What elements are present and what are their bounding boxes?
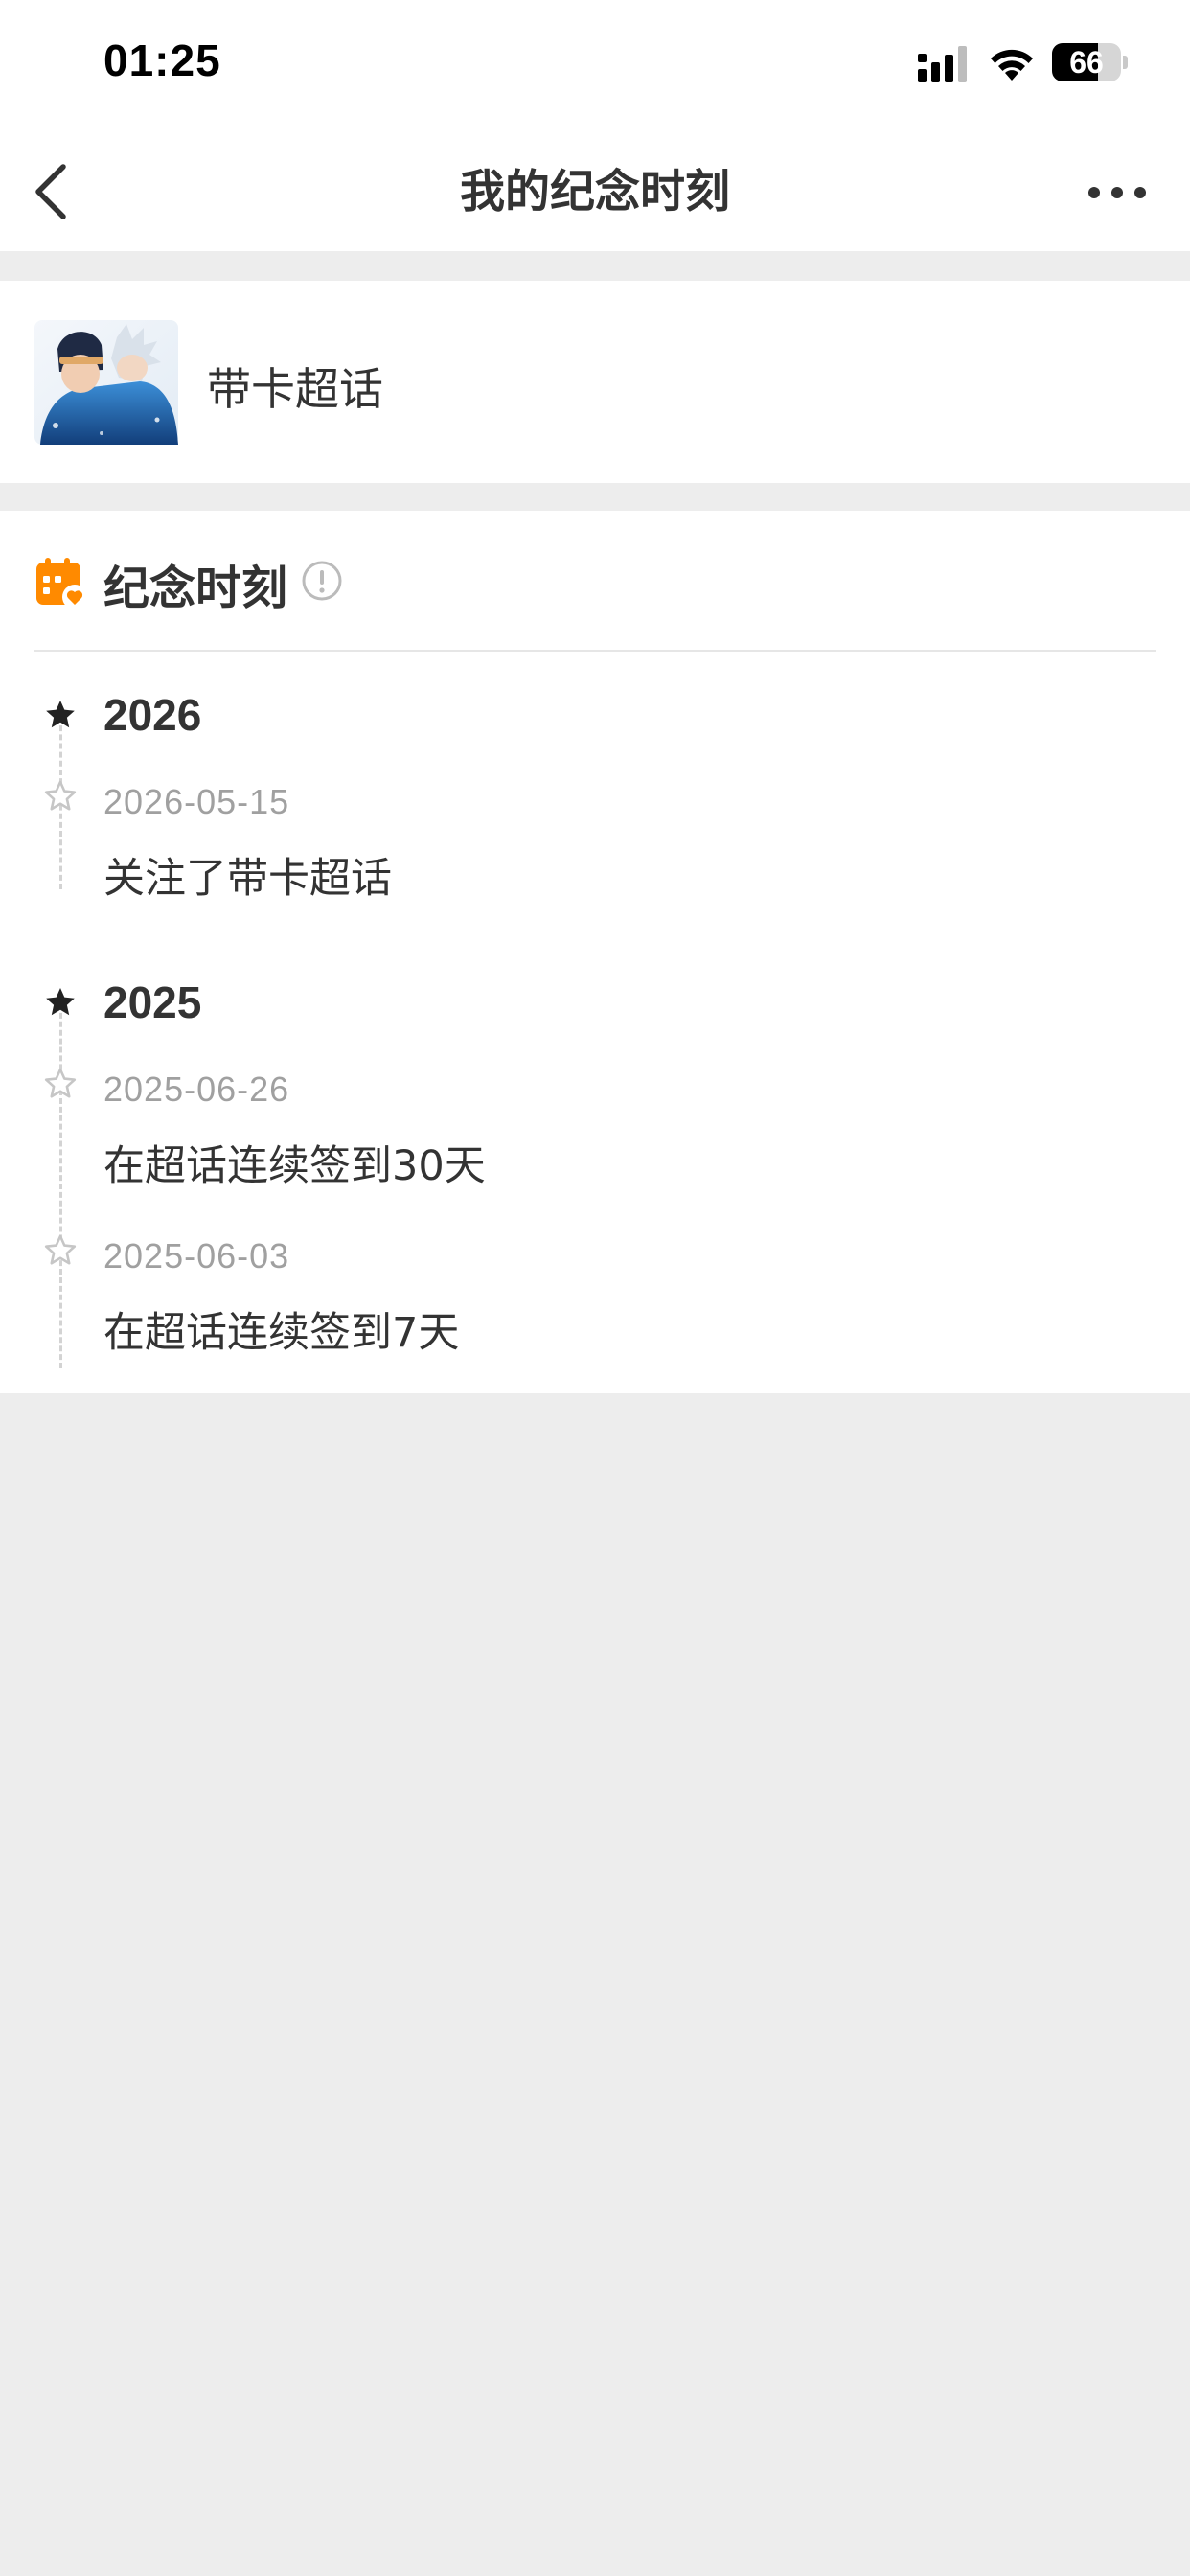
nav-bar: 我的纪念时刻: [0, 134, 1190, 251]
more-options-button[interactable]: [1079, 169, 1156, 217]
calendar-heart-icon: [36, 558, 87, 610]
moment-date: 2025-06-26: [103, 1070, 290, 1109]
super-topic-card[interactable]: 带卡超话: [0, 281, 1190, 483]
back-button[interactable]: [21, 153, 98, 230]
topic-name[interactable]: 带卡超话: [207, 355, 383, 418]
outline-star-icon: [44, 780, 77, 811]
section-title: 纪念时刻: [103, 562, 288, 615]
status-bar: 01:25 66: [0, 0, 1190, 134]
topic-avatar[interactable]: [34, 320, 178, 445]
outline-star-icon: [44, 1234, 77, 1265]
year-label: 2026: [103, 690, 202, 740]
filled-star-icon: [46, 701, 75, 728]
battery-indicator: 66: [1052, 43, 1129, 81]
year-label: 2025: [103, 978, 202, 1027]
moment-description: 在超话连续签到30天: [103, 1142, 486, 1190]
wifi-icon: [991, 49, 1033, 80]
timeline-line: [59, 1004, 62, 1368]
battery-level: 66: [1069, 45, 1104, 80]
battery-cap: [1123, 56, 1128, 69]
moment-description: 关注了带卡超话: [103, 855, 392, 903]
memorial-moments-card: 纪念时刻 2026 2026-05-15 关注了带卡超话 2025 2025-0…: [0, 511, 1190, 1393]
page-title: 我的纪念时刻: [460, 166, 730, 218]
moment-description: 在超话连续签到7天: [103, 1309, 460, 1357]
cellular-signal-icon: [918, 46, 967, 82]
header-divider: [34, 650, 1156, 652]
filled-star-icon: [46, 988, 75, 1016]
moment-date: 2025-06-03: [103, 1236, 290, 1276]
info-icon[interactable]: [301, 560, 343, 602]
section-header: 纪念时刻: [0, 511, 1190, 651]
battery-body: 66: [1052, 43, 1121, 81]
moment-date: 2026-05-15: [103, 782, 290, 821]
status-time: 01:25: [103, 35, 221, 85]
outline-star-icon: [44, 1068, 77, 1098]
